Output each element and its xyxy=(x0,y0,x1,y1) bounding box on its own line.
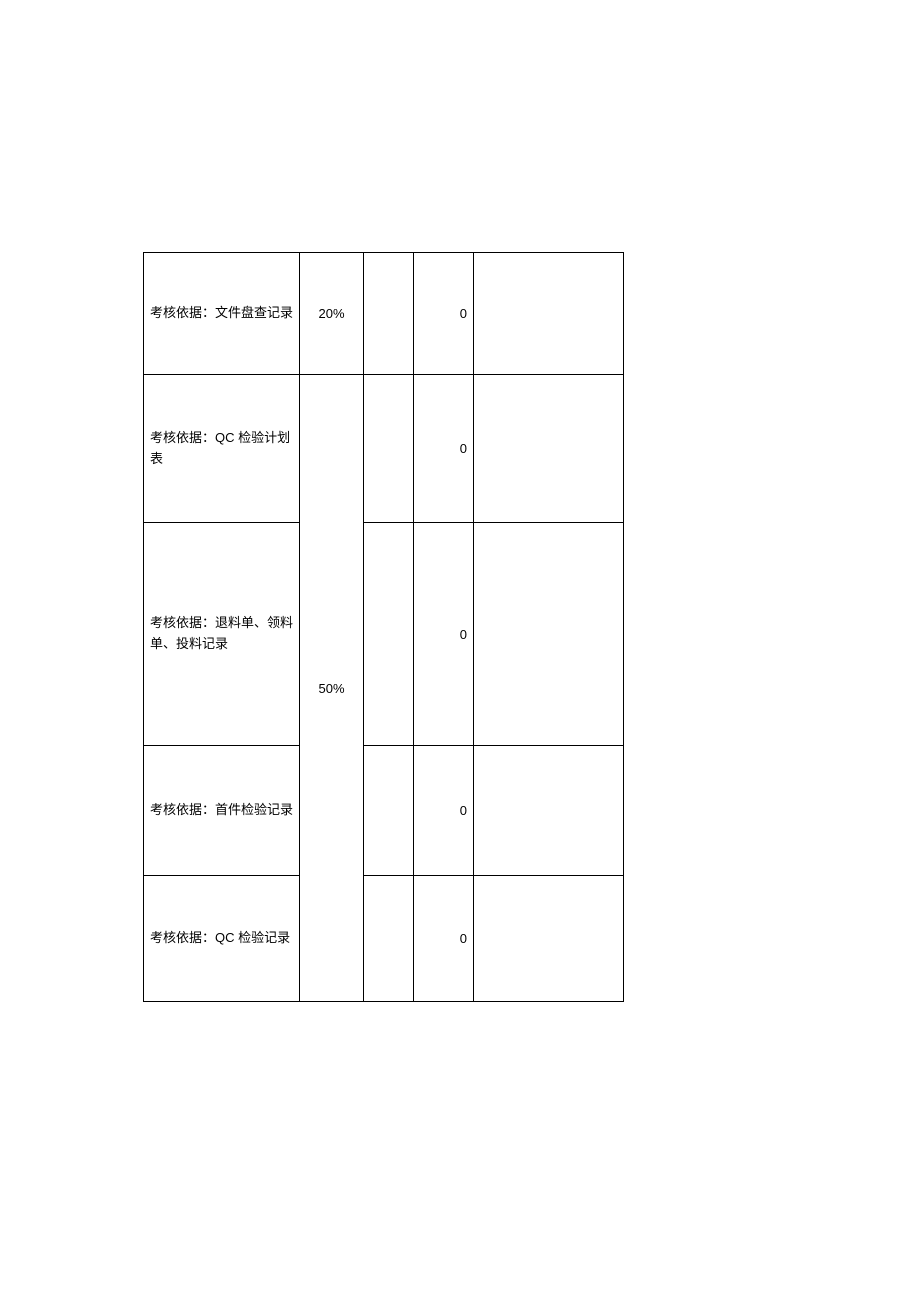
table-row: 考核依据：首件检验记录 0 xyxy=(144,746,624,876)
score-cell: 0 xyxy=(414,876,474,1002)
weight-text: 20% xyxy=(318,306,344,321)
blank-cell xyxy=(474,523,624,746)
blank-cell xyxy=(364,253,414,375)
weight-cell: 50% xyxy=(300,375,364,1002)
score-cell: 0 xyxy=(414,375,474,523)
basis-cell: 考核依据：首件检验记录 xyxy=(144,746,300,876)
blank-cell xyxy=(474,746,624,876)
score-text: 0 xyxy=(460,931,467,946)
blank-cell xyxy=(364,876,414,1002)
score-text: 0 xyxy=(460,306,467,321)
table-row: 考核依据：退料单、领料单、投料记录 0 xyxy=(144,523,624,746)
basis-text: 考核依据：退料单、领料单、投料记录 xyxy=(150,615,293,651)
score-cell: 0 xyxy=(414,746,474,876)
table-row: 考核依据：QC 检验记录 0 xyxy=(144,876,624,1002)
score-cell: 0 xyxy=(414,523,474,746)
blank-cell xyxy=(474,253,624,375)
blank-cell xyxy=(364,746,414,876)
basis-cell: 考核依据：QC 检验记录 xyxy=(144,876,300,1002)
score-text: 0 xyxy=(460,441,467,456)
blank-cell xyxy=(474,876,624,1002)
blank-cell xyxy=(364,375,414,523)
score-text: 0 xyxy=(460,627,467,642)
table-row: 考核依据：QC 检验计划表 50% 0 xyxy=(144,375,624,523)
blank-cell xyxy=(474,375,624,523)
basis-cell: 考核依据：文件盘查记录 xyxy=(144,253,300,375)
basis-cell: 考核依据：退料单、领料单、投料记录 xyxy=(144,523,300,746)
weight-cell: 20% xyxy=(300,253,364,375)
basis-text: 考核依据：QC 检验记录 xyxy=(150,930,290,945)
basis-text: 考核依据：文件盘查记录 xyxy=(150,305,293,320)
basis-cell: 考核依据：QC 检验计划表 xyxy=(144,375,300,523)
basis-text: 考核依据：首件检验记录 xyxy=(150,802,293,817)
basis-text: 考核依据：QC 检验计划表 xyxy=(150,430,290,466)
score-text: 0 xyxy=(460,803,467,818)
weight-text: 50% xyxy=(318,681,344,696)
blank-cell xyxy=(364,523,414,746)
table-row: 考核依据：文件盘查记录 20% 0 xyxy=(144,253,624,375)
assessment-table: 考核依据：文件盘查记录 20% 0 考核依据：QC 检验计划表 50% 0 考核… xyxy=(143,252,624,1002)
score-cell: 0 xyxy=(414,253,474,375)
